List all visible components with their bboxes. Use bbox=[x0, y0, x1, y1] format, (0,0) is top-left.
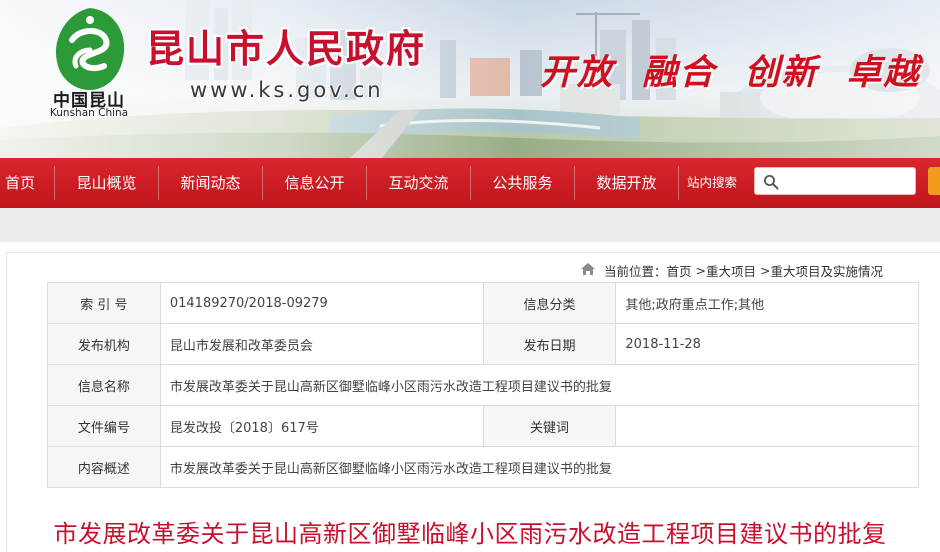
search-button[interactable] bbox=[928, 167, 940, 195]
breadcrumb: 当前位置：首页 >重大项目 >重大项目及实施情况 bbox=[580, 261, 883, 279]
nav-item-open-data[interactable]: 数据开放 bbox=[575, 158, 678, 208]
publisher-value: 昆山市发展和改革委员会 bbox=[159, 323, 484, 365]
breadcrumb-separator: > bbox=[755, 263, 771, 278]
date-value: 2018-11-28 bbox=[615, 323, 919, 365]
category-label: 信息分类 bbox=[482, 282, 617, 324]
table-row: 发布机构 昆山市发展和改革委员会 发布日期 2018-11-28 bbox=[47, 323, 919, 365]
site-banner: 中国昆山 Kunshan China 昆山市人民政府 www.ks.gov.cn… bbox=[0, 0, 940, 158]
search-icon[interactable] bbox=[763, 174, 779, 190]
site-url: www.ks.gov.cn bbox=[190, 78, 384, 102]
breadcrumb-prefix: 当前位置： bbox=[603, 264, 667, 279]
kunshan-logo-icon[interactable] bbox=[50, 6, 130, 98]
nav-item-home[interactable]: 首页 bbox=[0, 158, 40, 208]
nav-item-disclosure[interactable]: 信息公开 bbox=[263, 158, 366, 208]
table-row: 信息名称 市发展改革委关于昆山高新区御墅临峰小区雨污水改造工程项目建议书的批复 bbox=[47, 364, 920, 406]
summary-label: 内容概述 bbox=[47, 446, 161, 488]
nav-item-overview[interactable]: 昆山概览 bbox=[55, 158, 158, 208]
nav-item-news[interactable]: 新闻动态 bbox=[159, 158, 262, 208]
breadcrumb-link-home[interactable]: 首页 bbox=[667, 264, 692, 279]
table-row: 内容概述 市发展改革委关于昆山高新区御墅临峰小区雨污水改造工程项目建议书的批复 bbox=[47, 446, 920, 488]
search-input[interactable] bbox=[785, 170, 911, 192]
summary-value: 市发展改革委关于昆山高新区御墅临峰小区雨污水改造工程项目建议书的批复 bbox=[159, 446, 920, 488]
breadcrumb-separator: > bbox=[691, 263, 706, 278]
docno-value: 昆发改投〔2018〕617号 bbox=[159, 405, 484, 447]
search-label: 站内搜索 bbox=[687, 175, 738, 190]
publisher-label: 发布机构 bbox=[47, 323, 161, 365]
site-title[interactable]: 昆山市人民政府 bbox=[146, 18, 426, 73]
info-table: 索 引 号 014189270/2018-09279 信息分类 其他;政府重点工… bbox=[47, 282, 920, 488]
keyword-value bbox=[615, 405, 919, 447]
nav-item-services[interactable]: 公共服务 bbox=[471, 158, 574, 208]
breadcrumb-link-implementation[interactable]: 重大项目及实施情况 bbox=[770, 264, 883, 279]
category-value: 其他;政府重点工作;其他 bbox=[615, 282, 919, 324]
slogan: 开放 融合 创新 卓越 bbox=[540, 52, 921, 93]
spacer-band bbox=[0, 208, 940, 242]
docno-label: 文件编号 bbox=[47, 405, 161, 447]
name-value: 市发展改革委关于昆山高新区御墅临峰小区雨污水改造工程项目建议书的批复 bbox=[159, 364, 920, 406]
article-title: 市发展改革委关于昆山高新区御墅临峰小区雨污水改造工程项目建议书的批复 bbox=[53, 520, 887, 548]
name-label: 信息名称 bbox=[47, 364, 161, 406]
index-value: 014189270/2018-09279 bbox=[159, 282, 484, 324]
nav-divider bbox=[678, 166, 679, 200]
search-box[interactable] bbox=[754, 167, 916, 195]
keyword-label: 关键词 bbox=[482, 405, 617, 447]
date-label: 发布日期 bbox=[482, 323, 617, 365]
home-icon bbox=[581, 263, 595, 275]
logo-text-en: Kunshan China bbox=[49, 107, 129, 119]
nav-item-interaction[interactable]: 互动交流 bbox=[367, 158, 470, 208]
table-row: 文件编号 昆发改投〔2018〕617号 关键词 bbox=[47, 405, 919, 447]
breadcrumb-link-major-projects[interactable]: 重大项目 bbox=[706, 264, 756, 279]
table-row: 索 引 号 014189270/2018-09279 信息分类 其他;政府重点工… bbox=[47, 282, 919, 324]
index-label: 索 引 号 bbox=[47, 282, 161, 324]
